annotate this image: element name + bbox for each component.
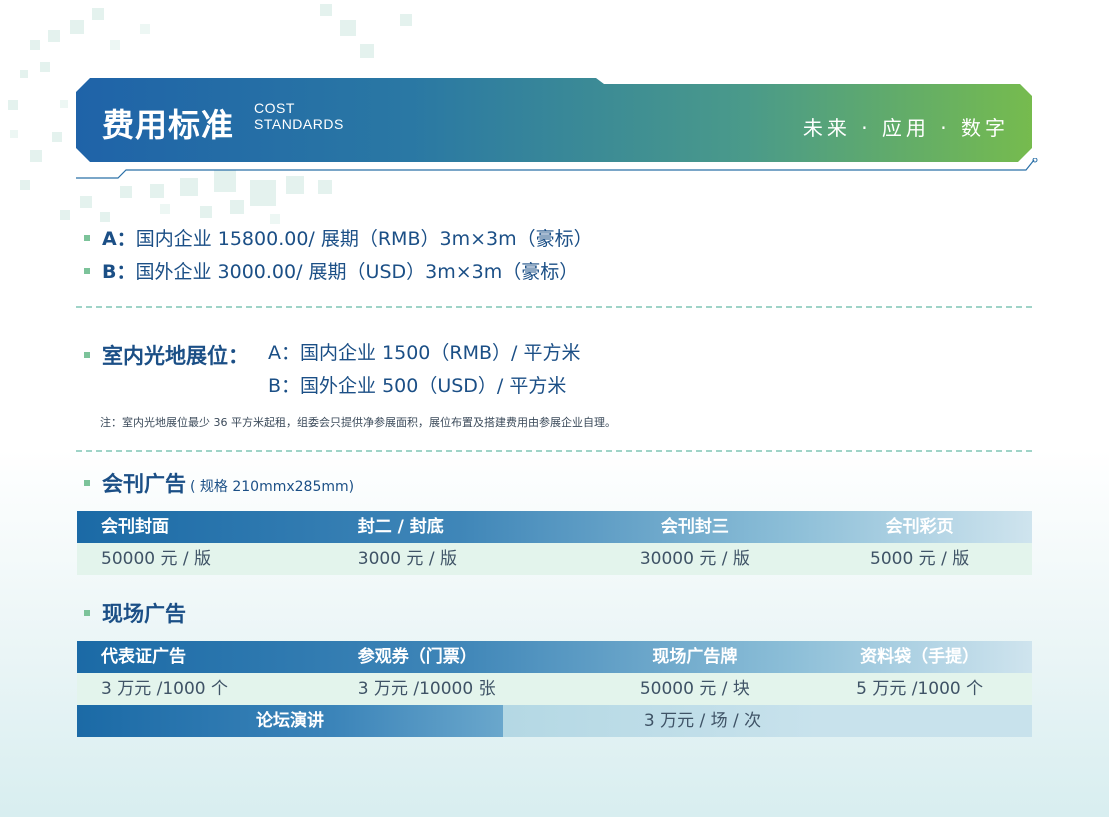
table-header-cell: 代表证广告 <box>101 647 186 667</box>
table-header-row: 会刊封面 封二 / 封底 会刊封三 会刊彩页 <box>77 511 1032 543</box>
table-header-cell: 参观券（门票） <box>357 647 477 667</box>
table-cell: 3 万元 /10000 张 <box>357 679 496 699</box>
onsite-ads-title: 现场广告 <box>84 598 186 628</box>
bullet-icon <box>84 234 90 241</box>
indoor-space-title: 室内光地展位： <box>84 340 249 370</box>
banner-slogan: 未来 · 应用 · 数字 <box>802 116 1009 140</box>
table-header-cell: 会刊封三 <box>660 517 729 537</box>
table-header-cell: 会刊封面 <box>101 517 169 537</box>
forum-speech-row: 论坛演讲 3 万元 / 场 / 次 <box>77 705 1032 737</box>
indoor-space-title-text: 室内光地展位： <box>102 344 249 368</box>
bullet-icon <box>84 610 90 616</box>
indoor-price-b: B：国外企业 500（USD）/ 平方米 <box>268 375 567 397</box>
page-title-english-line1: COST <box>254 100 295 116</box>
bullet-icon <box>84 480 90 486</box>
table-header-cell: 资料袋（手提） <box>860 647 980 667</box>
price-line-a-text: 国内企业 15800.00/ 展期（RMB）3m×3m（豪标） <box>135 228 593 250</box>
forum-speech-label: 论坛演讲 <box>77 705 503 737</box>
price-line-b: B：国外企业 3000.00/ 展期（USD）3m×3m（豪标） <box>84 257 578 284</box>
page-title-english-line2: STANDARDS <box>254 116 344 132</box>
indoor-note: 注：室内光地展位最少 36 平方米起租，组委会只提供净参展面积，展位布置及搭建费… <box>100 416 616 429</box>
table-cell: 3000 元 / 版 <box>357 549 457 569</box>
page-title-english: COST STANDARDS <box>254 100 344 132</box>
table-cell: 50000 元 / 块 <box>639 679 750 699</box>
banner-underline-decoration <box>76 158 1038 179</box>
table-header-row: 代表证广告 参观券（门票） 现场广告牌 资料袋（手提） <box>77 641 1032 673</box>
table-cell: 5000 元 / 版 <box>870 549 970 569</box>
table-cell: 50000 元 / 版 <box>101 549 212 569</box>
price-line-a-label: A： <box>102 228 136 250</box>
table-cell: 5 万元 /1000 个 <box>856 679 984 699</box>
onsite-ads-table: 代表证广告 参观券（门票） 现场广告牌 资料袋（手提） 3 万元 /1000 个… <box>77 641 1032 737</box>
onsite-ads-title-text: 现场广告 <box>102 602 186 626</box>
table-cell: 30000 元 / 版 <box>639 549 750 569</box>
price-line-b-text: 国外企业 3000.00/ 展期（USD）3m×3m（豪标） <box>135 261 579 283</box>
page-title: 费用标准 <box>102 106 235 144</box>
dashed-divider <box>76 306 1032 308</box>
bullet-icon <box>84 352 90 358</box>
table-cell: 3 万元 /1000 个 <box>101 679 229 699</box>
table-header-cell: 现场广告牌 <box>652 647 738 667</box>
table-row: 50000 元 / 版 3000 元 / 版 30000 元 / 版 5000 … <box>77 543 1032 575</box>
journal-ads-table: 会刊封面 封二 / 封底 会刊封三 会刊彩页 50000 元 / 版 3000 … <box>77 511 1032 575</box>
journal-ads-title: 会刊广告( 规格 210mmx285mm) <box>84 468 354 498</box>
dashed-divider <box>76 450 1032 452</box>
journal-ads-title-text: 会刊广告 <box>102 472 186 496</box>
table-row: 3 万元 /1000 个 3 万元 /10000 张 50000 元 / 块 5… <box>77 673 1032 705</box>
indoor-price-a: A：国内企业 1500（RMB）/ 平方米 <box>268 342 581 364</box>
bullet-icon <box>84 267 90 274</box>
price-line-a: A：国内企业 15800.00/ 展期（RMB）3m×3m（豪标） <box>84 224 593 251</box>
price-line-b-label: B： <box>102 261 136 283</box>
table-header-cell: 会刊彩页 <box>885 517 954 537</box>
journal-ads-spec: ( 规格 210mmx285mm) <box>190 479 355 495</box>
table-header-cell: 封二 / 封底 <box>357 517 444 537</box>
forum-speech-price: 3 万元 / 场 / 次 <box>503 705 1032 737</box>
